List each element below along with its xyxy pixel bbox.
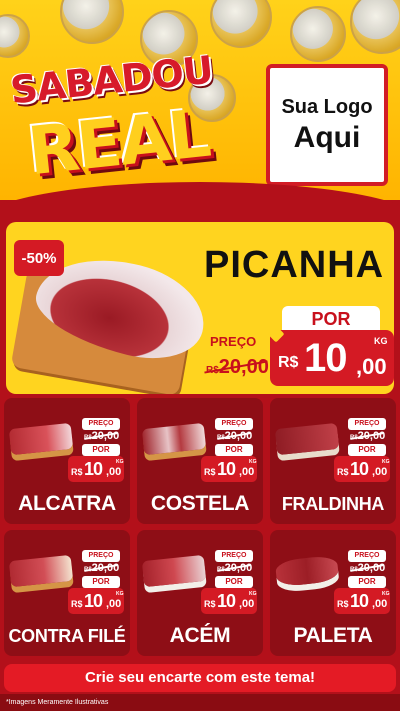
promo-title: SABADOU REAL — [8, 48, 250, 191]
preco-label: PREÇO — [348, 550, 386, 562]
price-currency: R$ — [204, 467, 216, 477]
price-tag: R$ 10 ,00 KG — [334, 456, 390, 482]
product-card[interactable]: PREÇO R$20,00 POR R$ 10 ,00 KG COSTELA — [137, 398, 263, 524]
preco-label: PREÇO — [210, 334, 257, 349]
coin-icon — [60, 0, 124, 44]
price-decimal: ,00 — [106, 598, 122, 610]
price-integer: 10 — [350, 591, 369, 611]
preco-label: PREÇO — [348, 418, 386, 430]
price-tag: R$ 10 ,00 KG — [68, 456, 124, 482]
preco-label: PREÇO — [215, 418, 253, 430]
price-unit: KG — [249, 591, 257, 597]
logo-placeholder[interactable]: Sua Logo Aqui — [266, 64, 388, 186]
price-integer: 10 — [350, 459, 369, 479]
product-card[interactable]: PREÇO R$20,00 POR R$ 10 ,00 KG ACÉM — [137, 530, 263, 656]
fraldinha-image — [274, 422, 340, 456]
por-label: POR — [82, 576, 120, 588]
price-unit: KG — [382, 459, 390, 465]
product-name: ALCATRA — [18, 492, 116, 515]
title-line2: REAL — [24, 94, 213, 191]
header-banner: SABADOU REAL Sua Logo Aqui — [0, 0, 400, 200]
create-flyer-button[interactable]: Crie seu encarte com este tema! — [4, 664, 396, 692]
price-currency: R$ — [278, 354, 299, 371]
discount-badge: -50% — [14, 240, 64, 276]
product-card[interactable]: PREÇO R$20,00 POR R$ 10 ,00 KG FRALDINHA — [270, 398, 396, 524]
coin-icon — [350, 0, 400, 54]
por-label: POR — [348, 576, 386, 588]
price-tag: R$ 10 ,00 KG — [68, 588, 124, 614]
price-currency: R$ — [337, 467, 349, 477]
product-name: PALETA — [293, 624, 373, 647]
disclaimer-text: *Imagens Meramente Ilustrativas — [0, 694, 400, 711]
price-decimal: ,00 — [356, 354, 387, 379]
price-currency: R$ — [71, 599, 83, 609]
price-unit: KG — [116, 459, 124, 465]
product-name: FRALDINHA — [281, 494, 385, 514]
price-decimal: ,00 — [372, 466, 388, 478]
price-integer: 10 — [84, 459, 103, 479]
product-name: ACÉM — [169, 624, 231, 647]
product-name: PICANHA — [204, 244, 385, 286]
price-integer: 10 — [84, 591, 103, 611]
price-tag: R$ 10 ,00 KG — [201, 588, 257, 614]
product-card[interactable]: PREÇO R$20,00 POR R$ 10 ,00 KG PALETA — [270, 530, 396, 656]
price-integer: 10 — [217, 591, 236, 611]
price-integer: 10 — [217, 459, 236, 479]
price-decimal: ,00 — [106, 466, 122, 478]
product-card[interactable]: PREÇO R$20,00 POR R$ 10 ,00 KG CONTRA FI… — [4, 530, 130, 656]
por-label: POR — [282, 306, 380, 332]
preco-label: PREÇO — [82, 550, 120, 562]
coin-icon — [0, 14, 30, 58]
price-unit: KG — [249, 459, 257, 465]
paleta-image — [274, 554, 340, 588]
price-unit: KG — [374, 336, 388, 346]
price-unit: KG — [382, 591, 390, 597]
por-label: POR — [215, 444, 253, 456]
por-label: POR — [215, 576, 253, 588]
por-label: POR — [348, 444, 386, 456]
price-decimal: ,00 — [239, 466, 255, 478]
featured-product-card[interactable]: -50% PICANHA POR PREÇO R$20,00 R$ 10 ,00… — [6, 222, 394, 394]
preco-label: PREÇO — [215, 550, 253, 562]
alcatra-image — [8, 422, 74, 456]
coin-icon — [210, 0, 272, 48]
logo-text-line2: Aqui — [293, 120, 361, 154]
price-tag: R$ 10 ,00 KG — [201, 456, 257, 482]
price-currency: R$ — [337, 599, 349, 609]
price-tag: R$ 10 ,00 KG — [270, 330, 394, 386]
product-name: COSTELA — [150, 492, 250, 515]
product-name: CONTRA FILÉ — [8, 626, 126, 646]
preco-label: PREÇO — [82, 418, 120, 430]
logo-text-line1: Sua Logo — [281, 95, 373, 118]
price-currency: R$ — [204, 599, 216, 609]
contra-file-image — [8, 554, 74, 588]
price-decimal: ,00 — [372, 598, 388, 610]
coin-icon — [290, 6, 346, 62]
price-decimal: ,00 — [239, 598, 255, 610]
price-currency: R$ — [71, 467, 83, 477]
price-integer: 10 — [304, 336, 347, 380]
por-label: POR — [82, 444, 120, 456]
costela-image — [141, 422, 207, 456]
acem-image — [141, 554, 207, 588]
price-unit: KG — [116, 591, 124, 597]
product-card[interactable]: PREÇO R$20,00 POR R$ 10 ,00 KG ALCATRA — [4, 398, 130, 524]
price-tag: R$ 10 ,00 KG — [334, 588, 390, 614]
